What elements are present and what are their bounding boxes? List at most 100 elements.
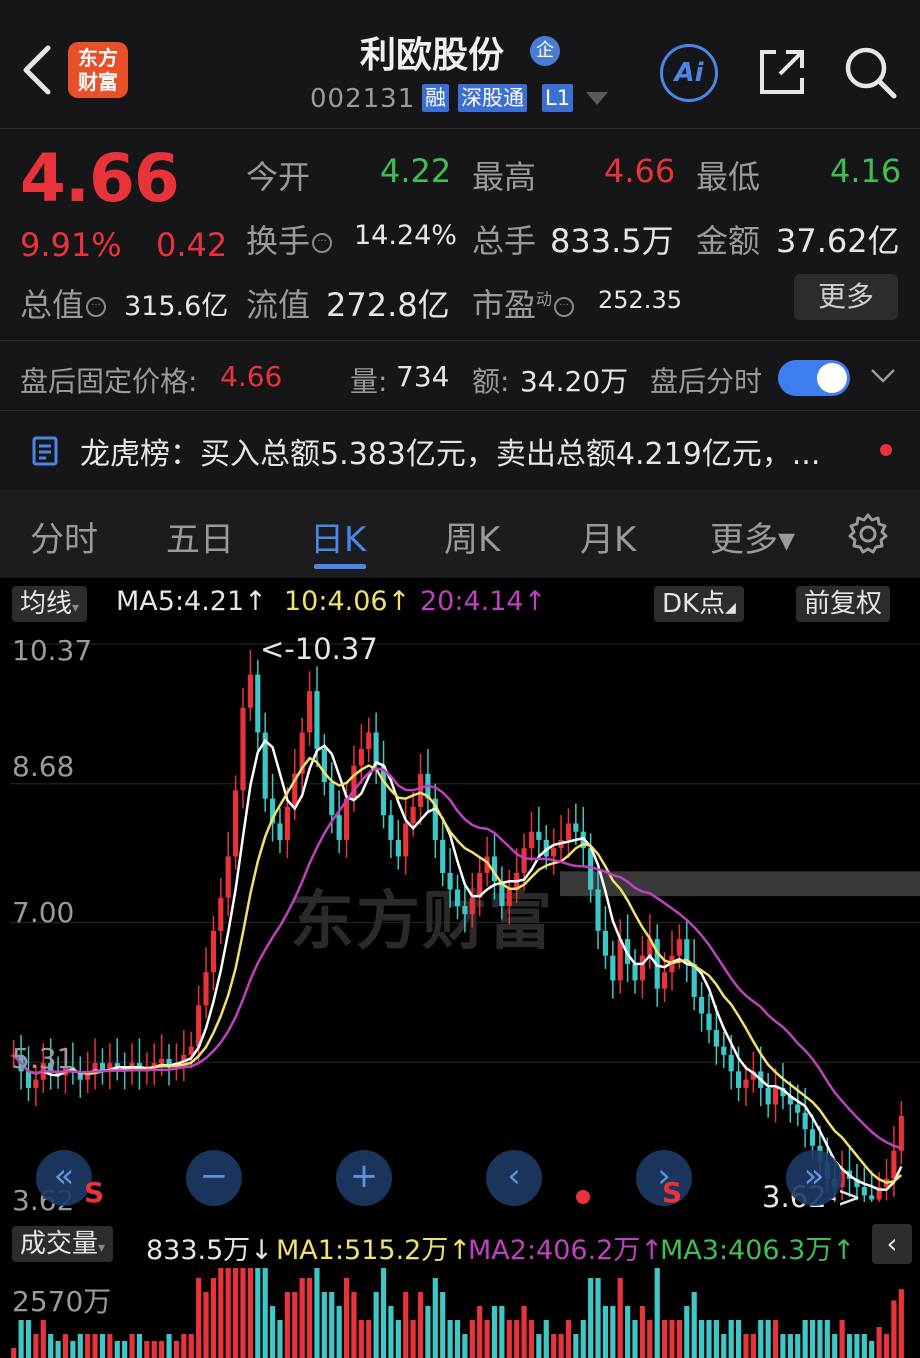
enterprise-badge-icon: 企 xyxy=(530,36,560,66)
volume-indicator-label: 成交量 xyxy=(20,1229,99,1259)
tab-monthly-k[interactable]: 月K xyxy=(580,512,636,561)
gear-icon[interactable] xyxy=(846,512,890,556)
volume-bar xyxy=(610,1306,616,1358)
volume-bar xyxy=(684,1306,690,1358)
candle-body xyxy=(373,732,379,766)
back-icon[interactable] xyxy=(18,40,58,100)
tab-more[interactable]: 更多▾ xyxy=(710,512,795,561)
volume-toolbar: 成交量▾ 833.5万↓ MA1:515.2万↑ MA2:406.2万↑ MA3… xyxy=(0,1222,920,1268)
tab-weekly-k[interactable]: 周K xyxy=(444,512,500,561)
volume-bar xyxy=(358,1320,364,1358)
collapse-panel-button[interactable]: ‹ xyxy=(872,1224,912,1264)
tab-five-day[interactable]: 五日 xyxy=(166,512,234,561)
volume-bar xyxy=(40,1320,46,1358)
volume-bar xyxy=(721,1334,727,1358)
volume-bar xyxy=(70,1341,76,1358)
info-icon[interactable]: ··· xyxy=(554,297,575,317)
volume-bar xyxy=(669,1320,675,1358)
afterhours-toggle-label: 盘后分时 xyxy=(650,365,763,398)
candle-body xyxy=(462,906,468,915)
volume-bar xyxy=(469,1320,475,1358)
volume-bar xyxy=(824,1320,830,1358)
dragon-tiger-list-bar[interactable]: 龙虎榜：买入总额5.383亿元，卖出总额4.219亿元，... xyxy=(0,411,920,487)
candle-body xyxy=(469,897,475,915)
open-value: 4.22 xyxy=(380,152,452,190)
volume-bar xyxy=(573,1334,579,1358)
dk-label: DK点 xyxy=(662,589,726,619)
volume-bar xyxy=(25,1320,32,1358)
ma10-line xyxy=(12,756,903,1184)
volume-bar xyxy=(662,1320,668,1358)
candle-body xyxy=(676,939,682,956)
volume-ymax: 2570万 xyxy=(12,1285,112,1318)
share-icon[interactable] xyxy=(756,46,808,98)
indicator-selector[interactable]: 均线▾ xyxy=(12,586,88,622)
volume-bar xyxy=(780,1334,786,1358)
volume-value: 833.5万↓ xyxy=(146,1235,273,1266)
afterhours-toggle[interactable] xyxy=(778,360,850,396)
candle-body xyxy=(447,872,453,890)
volume-bar xyxy=(521,1306,527,1358)
candle-body xyxy=(772,1087,779,1105)
volume-bar xyxy=(809,1320,816,1358)
high-label: 最高 xyxy=(472,158,537,196)
y-tick-3: 7.00 xyxy=(12,896,75,929)
volume-bar xyxy=(48,1334,54,1358)
candle-body xyxy=(255,674,261,733)
adjust-button[interactable]: 前复权 xyxy=(796,586,891,622)
scroll-right-fast-button[interactable]: » xyxy=(786,1150,842,1206)
volume-bar xyxy=(410,1320,416,1358)
amount-label: 金额 xyxy=(696,222,761,260)
search-icon[interactable] xyxy=(842,44,898,100)
info-icon[interactable]: ··· xyxy=(86,297,107,317)
volume-bar xyxy=(595,1278,601,1358)
ai-assistant-button[interactable]: Ai xyxy=(660,44,718,102)
candle-body xyxy=(743,1079,749,1088)
notification-dot xyxy=(880,444,892,456)
chevron-down-icon[interactable] xyxy=(870,368,896,384)
candle-body xyxy=(898,1116,904,1151)
volume-bar xyxy=(269,1306,276,1358)
volume-indicator-selector[interactable]: 成交量▾ xyxy=(12,1226,114,1262)
vol-ma2: MA2:406.2万↑ xyxy=(468,1235,663,1266)
volume-bar xyxy=(299,1278,305,1358)
mktcap-label: 总值 ··· xyxy=(20,280,108,326)
y-tick-4: 5.31 xyxy=(12,1042,75,1075)
zoom-out-button[interactable]: − xyxy=(186,1150,242,1206)
volume-bar xyxy=(787,1334,793,1358)
volume-bar xyxy=(462,1334,468,1358)
open-label: 今开 xyxy=(246,158,311,196)
volume-bar xyxy=(699,1320,705,1358)
candle-body xyxy=(528,831,535,849)
vol-ma1: MA1:515.2万↑ xyxy=(276,1235,471,1266)
candle-body xyxy=(440,839,446,873)
volume-bar xyxy=(144,1341,150,1358)
more-button[interactable]: 更多 xyxy=(794,274,898,320)
volume-value: 833.5万 xyxy=(550,222,674,260)
candle-body xyxy=(891,1150,897,1179)
volume-bar xyxy=(388,1306,394,1358)
zoom-in-button[interactable]: + xyxy=(336,1150,392,1206)
connect-tag: 深股通 xyxy=(458,84,527,112)
volume-bar xyxy=(181,1334,187,1358)
volume-bar xyxy=(758,1320,764,1358)
candle-body xyxy=(218,897,224,931)
tab-intraday[interactable]: 分时 xyxy=(30,512,98,561)
info-icon[interactable]: ··· xyxy=(312,233,333,253)
volume-bar xyxy=(765,1320,771,1358)
pe-label-text: 市盈 xyxy=(472,286,537,324)
scroll-left-button[interactable]: ‹ xyxy=(486,1150,542,1206)
volume-bar xyxy=(625,1306,631,1358)
volume-bar xyxy=(136,1334,143,1358)
dropdown-arrow-icon[interactable] xyxy=(586,92,608,106)
volume-bar xyxy=(891,1300,897,1358)
volume-bar xyxy=(876,1327,882,1358)
volume-bar xyxy=(588,1278,594,1358)
tab-daily-k[interactable]: 日K xyxy=(310,512,366,561)
candle-body xyxy=(388,815,394,840)
app-logo[interactable]: 东方 财富 xyxy=(68,42,128,98)
volume-bar xyxy=(647,1320,653,1358)
dk-points-button[interactable]: DK点◢ xyxy=(654,586,744,622)
volume-bar xyxy=(839,1320,845,1358)
kline-chart[interactable] xyxy=(0,630,920,1220)
